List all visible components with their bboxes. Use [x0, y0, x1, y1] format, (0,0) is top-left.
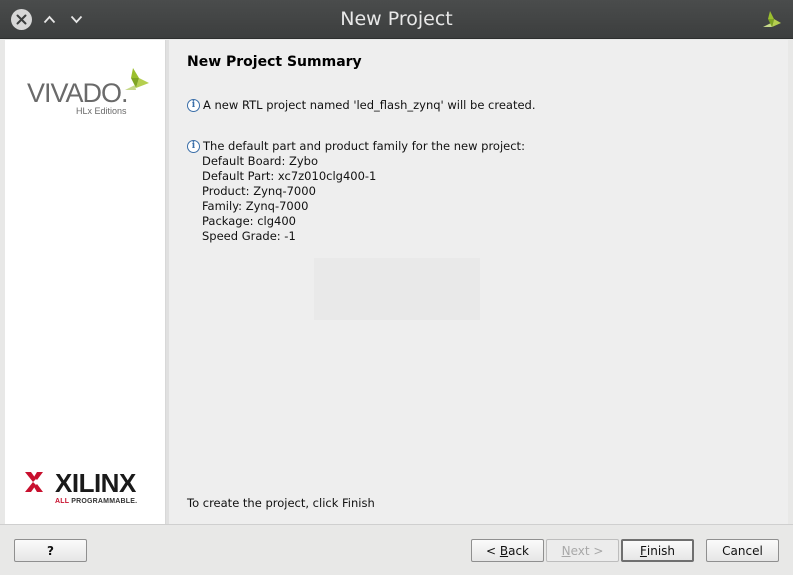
detail-default-board: Default Board: Zybo: [202, 154, 319, 168]
info-message-part-text: The default part and product family for …: [203, 139, 525, 153]
cancel-button-label: Cancel: [722, 543, 763, 558]
next-button[interactable]: Next >: [546, 539, 619, 562]
finish-button-mnemonic: F: [639, 543, 647, 558]
info-message-project-text: A new RTL project named 'led_flash_zynq'…: [203, 98, 536, 112]
back-button[interactable]: < Back: [471, 539, 544, 562]
vivado-logo: VIVADO. HLx Editions: [27, 66, 152, 116]
wizard-frame: VIVADO. HLx Editions XILINX ALL PROGRAMM…: [5, 40, 788, 524]
back-button-prefix: <: [485, 543, 500, 558]
wizard-content: New Project Summary i A new RTL project …: [187, 40, 777, 524]
info-icon: i: [187, 98, 200, 112]
detail-family: Family: Zynq-7000: [202, 199, 309, 213]
xilinx-tagline: ALL PROGRAMMABLE.: [55, 498, 137, 505]
back-button-rest: ack: [508, 543, 529, 558]
help-button-label: ?: [47, 543, 54, 558]
sidebar-divider: [166, 40, 169, 524]
xilinx-mark-icon: [25, 472, 43, 492]
detail-package: Package: clg400: [202, 214, 296, 228]
detail-speed-grade: Speed Grade: -1: [202, 229, 296, 243]
next-button-rest: ext >: [570, 543, 604, 558]
vivado-app-icon: [763, 11, 781, 27]
back-button-mnemonic: B: [499, 543, 509, 558]
detail-default-part: Default Part: xc7z010clg400-1: [202, 169, 377, 183]
vivado-logo-text: VIVADO.: [27, 78, 129, 108]
finish-button[interactable]: Finish: [621, 539, 694, 562]
detail-product: Product: Zynq-7000: [202, 184, 316, 198]
wizard-sidebar: VIVADO. HLx Editions XILINX ALL PROGRAMM…: [5, 40, 166, 524]
xilinx-tagline-programmable: PROGRAMMABLE.: [71, 498, 138, 505]
next-button-mnemonic: N: [561, 543, 571, 558]
page-title: New Project Summary: [187, 54, 362, 70]
finish-instruction: To create the project, click Finish: [187, 496, 375, 510]
xilinx-logo-text: XILINX: [55, 468, 136, 498]
vivado-logo-subtitle: HLx Editions: [76, 106, 127, 116]
info-icon: i: [187, 139, 200, 153]
button-bar: ? < Back Next > Finish Cancel: [0, 524, 793, 575]
project-details-list: Default Board: Zybo Default Part: xc7z01…: [202, 154, 376, 244]
title-bar: New Project: [0, 0, 793, 39]
cancel-button[interactable]: Cancel: [706, 539, 779, 562]
vivado-mark-icon: [125, 68, 149, 90]
window-title: New Project: [340, 8, 453, 30]
help-button[interactable]: ?: [14, 539, 87, 562]
xilinx-logo: XILINX ALL PROGRAMMABLE.: [23, 468, 143, 510]
info-message-part: i The default part and product family fo…: [187, 139, 525, 153]
background-watermark: [314, 258, 480, 320]
finish-button-rest: inish: [646, 543, 676, 558]
xilinx-tagline-all: ALL: [55, 498, 70, 505]
info-message-project: i A new RTL project named 'led_flash_zyn…: [187, 98, 536, 112]
